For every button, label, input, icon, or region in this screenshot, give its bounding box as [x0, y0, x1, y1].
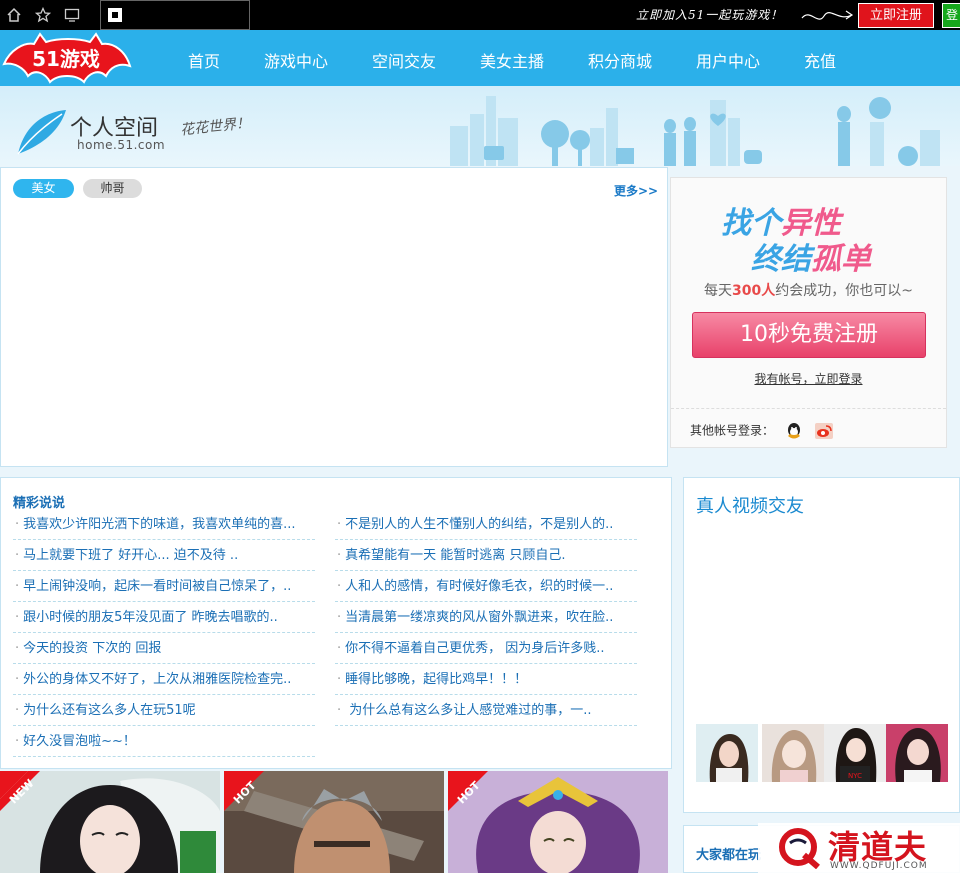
daily-success-text: 每天300人约会成功，你也可以~: [671, 280, 946, 300]
space-banner: 个人空间 home.51.com 花花世界！: [0, 86, 960, 166]
list-item[interactable]: 人和人的感情，有时候好像毛衣，织的时候一..: [335, 571, 637, 602]
watermark: 清道夫 WWW.QDFUJI.COM: [758, 823, 960, 873]
logo-text: 51游戏: [32, 47, 100, 71]
browser-toolbar: 立即加入51一起玩游戏！ 立即注册 登: [0, 0, 960, 30]
hot-badge-icon: HOT: [448, 771, 488, 811]
game-tile[interactable]: HOT: [224, 771, 444, 873]
main-nav: 51游戏 首页 游戏中心 空间交友 美女主播 积分商城 用户中心 充值: [0, 30, 960, 86]
nav-item-recharge[interactable]: 充值: [804, 48, 836, 72]
svg-text:NYC: NYC: [848, 772, 862, 780]
list-item[interactable]: 真希望能有一天 能暂时逃离 只顾自己.: [335, 540, 637, 571]
city-skyline-illustration: [450, 96, 940, 166]
free-register-button[interactable]: 10秒免费注册: [692, 312, 926, 358]
list-item[interactable]: 外公的身体又不好了，上次从湘雅医院检查完..: [13, 664, 315, 695]
avatar[interactable]: [762, 724, 824, 782]
avatar[interactable]: [886, 724, 948, 782]
qq-icon[interactable]: [784, 421, 804, 441]
everyone-title: 大家都在玩: [696, 848, 762, 863]
tab-beauty[interactable]: 美女: [13, 179, 74, 198]
q-logo-icon: [779, 828, 820, 869]
daily-suffix: 约会成功，你也可以~: [775, 283, 913, 299]
other-login-row: 其他帐号登录：: [671, 408, 946, 441]
feather-icon: [17, 110, 66, 155]
address-bar[interactable]: [100, 0, 250, 30]
weibo-icon[interactable]: [814, 421, 834, 441]
list-item[interactable]: 好久没冒泡啦~~！: [13, 726, 315, 757]
screen-icon[interactable]: [64, 7, 80, 23]
tab-handsome[interactable]: 帅哥: [83, 179, 142, 198]
avatar[interactable]: NYC: [824, 724, 886, 782]
list-item[interactable]: 早上闹钟没响，起床一看时间被自己惊呆了，..: [13, 571, 315, 602]
list-item[interactable]: 睡得比够晚，起得比鸡早！！！: [335, 664, 637, 695]
posts-panel: 精彩说说 我喜欢少许阳光洒下的味道，我喜欢单纯的喜... 马上就要下班了 好开心…: [0, 477, 672, 769]
list-item[interactable]: 我喜欢少许阳光洒下的味道，我喜欢单纯的喜...: [13, 509, 315, 540]
list-item[interactable]: 马上就要下班了 好开心... 迫不及待 ..: [13, 540, 315, 571]
other-login-label: 其他帐号登录：: [690, 423, 775, 438]
login-link[interactable]: 我有帐号，立即登录: [671, 370, 946, 387]
list-item[interactable]: 不是别人的人生不懂别人的纠结，不是别人的..: [335, 509, 637, 540]
video-title: 真人视频交友: [696, 496, 804, 517]
game-tile[interactable]: NEW: [0, 771, 220, 873]
favicon-icon: [108, 8, 122, 22]
watermark-url: WWW.QDFUJI.COM: [830, 861, 928, 871]
members-panel: 美女 帅哥 更多>>: [0, 167, 668, 467]
login-button[interactable]: 登: [942, 3, 960, 28]
daily-count: 300人: [732, 283, 776, 299]
list-item[interactable]: 为什么还有这么多人在玩51呢: [13, 695, 315, 726]
list-item[interactable]: 你不得不逼着自己更优秀， 因为身后许多贱..: [335, 633, 637, 664]
join-slogan: 立即加入51一起玩游戏！: [636, 8, 784, 22]
nav-item-anchors[interactable]: 美女主播: [480, 48, 544, 72]
arrow-doodle-icon: [801, 10, 854, 20]
nav-item-points-mall[interactable]: 积分商城: [588, 48, 652, 72]
site-logo[interactable]: 51游戏: [0, 30, 132, 86]
daily-prefix: 每天: [704, 283, 733, 299]
nav-item-game-center[interactable]: 游戏中心: [264, 48, 328, 72]
register-button[interactable]: 立即注册: [858, 3, 934, 28]
nav-item-home[interactable]: 首页: [188, 48, 220, 72]
space-domain: home.51.com: [77, 138, 166, 152]
game-tile[interactable]: HOT: [448, 771, 668, 873]
more-link[interactable]: 更多>>: [614, 182, 658, 199]
new-badge-icon: NEW: [0, 771, 40, 811]
nav-item-user-center[interactable]: 用户中心: [696, 48, 760, 72]
list-item[interactable]: 跟小时候的朋友5年没见面了 昨晚去唱歌的..: [13, 602, 315, 633]
slogan-line-2-pink: 孤单: [811, 242, 871, 277]
avatar[interactable]: [696, 724, 758, 782]
list-item[interactable]: 为什么总有这么多让人感觉难过的事，一..: [335, 695, 637, 726]
list-item[interactable]: 当清晨第一缕凉爽的风从窗外飘进来，吹在脸..: [335, 602, 637, 633]
list-item[interactable]: 今天的投资 下次的 回报: [13, 633, 315, 664]
home-icon[interactable]: [6, 7, 22, 23]
slogan-line-2-blue: 终结: [751, 242, 811, 277]
star-icon[interactable]: [35, 7, 51, 23]
space-tagline: 花花世界！: [179, 115, 251, 139]
hot-badge-icon: HOT: [224, 771, 264, 811]
register-panel: 找个异性 终结孤单 每天300人约会成功，你也可以~ 10秒免费注册 我有帐号，…: [670, 177, 947, 448]
slogan-line-2: 终结孤单: [751, 234, 871, 278]
video-dating-panel: 真人视频交友 NYC: [683, 477, 960, 813]
nav-item-space-dating[interactable]: 空间交友: [372, 48, 436, 72]
